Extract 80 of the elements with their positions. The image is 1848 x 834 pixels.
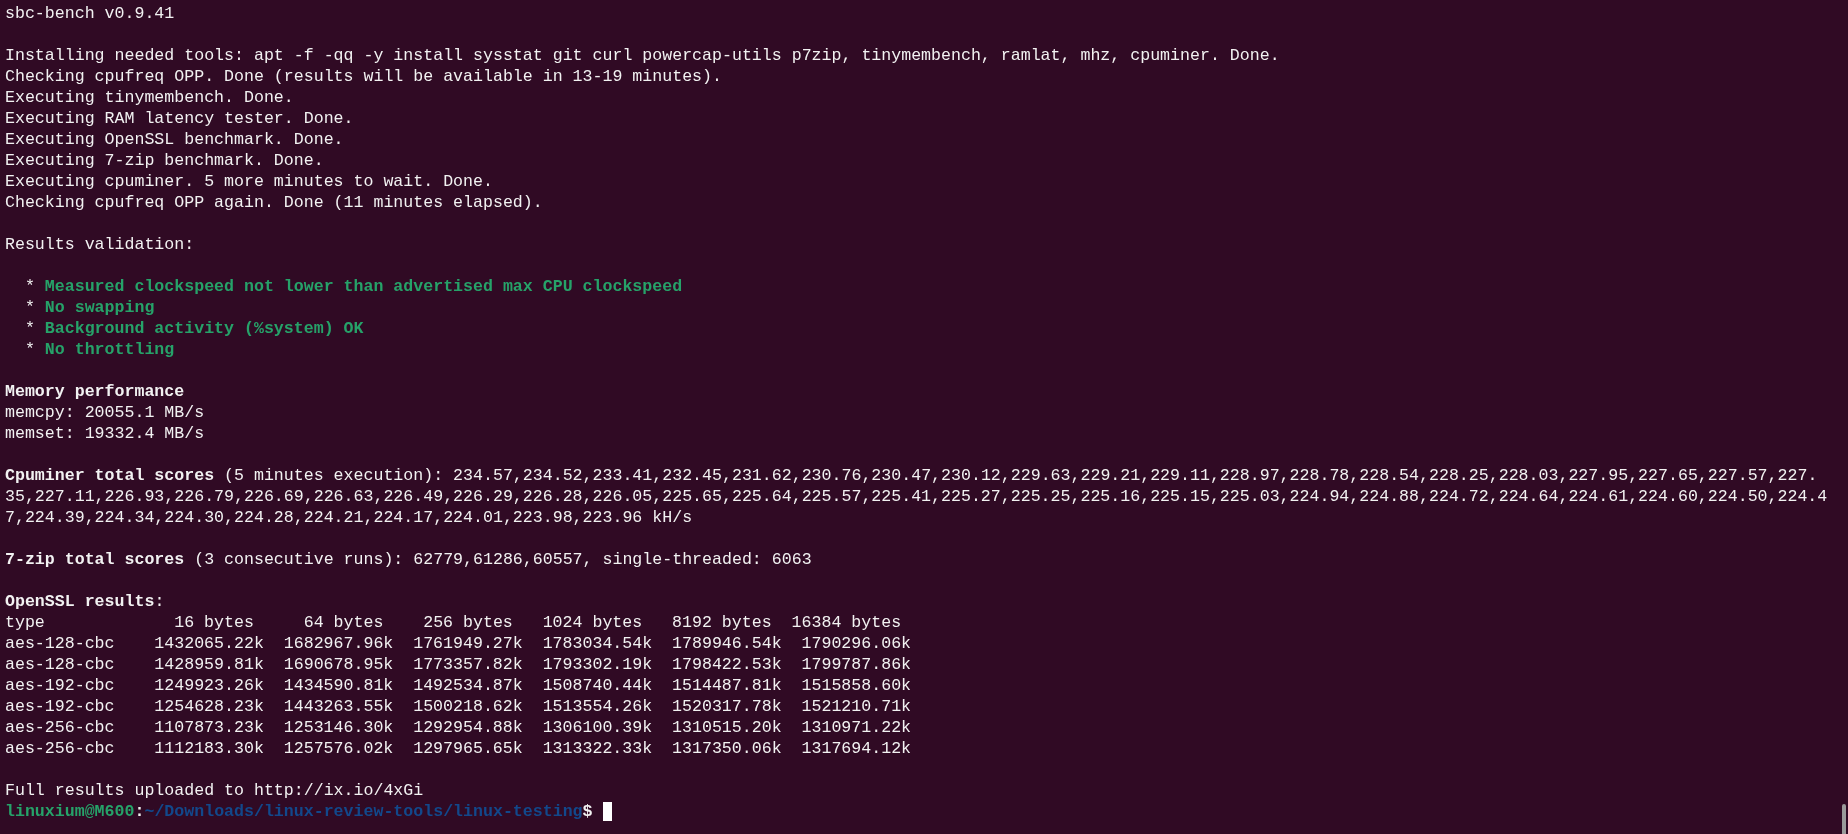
table-cell-text: 1520317.78k	[671, 696, 782, 717]
table-cell-text: 1310971.22k	[800, 717, 912, 738]
table-cell-text: aes-256-cbc	[5, 738, 116, 759]
output-line: Executing OpenSSL benchmark. Done.	[5, 129, 344, 150]
bullet-mark: *	[24, 318, 35, 339]
table-cell-text: 1773357.82k	[412, 654, 523, 675]
column-header: 1024 bytes	[541, 612, 644, 633]
table-cell-text: 1521210.71k	[800, 696, 912, 717]
output-line: memcpy: 20055.1 MB/s	[5, 402, 205, 423]
prompt-separator: :	[134, 801, 145, 822]
table-cell-text: 1112183.30k	[153, 738, 264, 759]
output-line: OpenSSL results:	[5, 591, 166, 612]
table-cell-text: 1682967.96k	[282, 633, 394, 654]
check-result: Measured clockspeed not lower than advertised max CPU clockspeed	[44, 276, 683, 297]
table-cell-text: 1313322.33k	[541, 738, 653, 759]
column-header: 256 bytes	[422, 612, 514, 633]
table-cell-text: 1428959.81k	[153, 654, 264, 675]
table-cell-text: 1292954.88k	[412, 717, 523, 738]
table-cell-text: 1789946.54k	[671, 633, 782, 654]
section-heading: Memory performance	[5, 381, 185, 402]
table-cell-text: 1799787.86k	[800, 654, 912, 675]
bullet-mark: *	[24, 276, 35, 297]
column-header: type	[5, 612, 46, 633]
output-line: sbc-bench v0.9.41	[5, 3, 175, 24]
output-line: Executing cpuminer. 5 more minutes to wait. Done.	[5, 171, 493, 192]
table-cell-text: 1515858.60k	[800, 675, 912, 696]
output-line: Checking cpufreq OPP again. Done (11 minutes elapsed).	[5, 192, 543, 213]
output-line: Cpuminer total scores (5 minutes execution): 234.57,234.52,233.41,232.45,231.62,230.76,230.47,230.12,229.63,229.21,229.11,228.97,228.78,228.54,228.25,228.03,227.95,227.65,227.57,227.35,227.11,226.93,226.79,226.69,226.63,226.49,226.29,226.28,226.05,225.65,225.64,225.57,225.41,225.27,225.25,225.16,225.15,225.03,224.94,224.88,224.72,224.64,224.61,224.60,224.50,224.47,224.39,224.34,224.30,224.28,224.21,224.17,224.01,223.98,223.96 kH/s	[5, 465, 1828, 528]
check-result: No throttling	[44, 339, 175, 360]
table-cell-text: 1317350.06k	[671, 738, 782, 759]
table-cell-text: aes-128-cbc	[5, 633, 116, 654]
table-cell-text: 1107873.23k	[153, 717, 264, 738]
output-line: Installing needed tools: apt -f -qq -y install sysstat git curl powercap-utils p7zip, tinymembench, ramlat, mhz, cpuminer. Done.	[5, 45, 1280, 66]
output-line: 7-zip total scores (3 consecutive runs): 62779,61286,60557, single-threaded: 6063	[5, 549, 813, 570]
text-cursor	[602, 802, 613, 821]
column-header: 16384 bytes	[790, 612, 903, 633]
prompt-path: ~/Downloads/linux-review-tools/linux-testing	[144, 801, 583, 822]
table-cell-text: 1513554.26k	[541, 696, 653, 717]
table-cell-text: aes-256-cbc	[5, 717, 116, 738]
output-line: Results validation:	[5, 234, 195, 255]
table-cell-text: 1434590.81k	[282, 675, 394, 696]
scrollbar-thumb	[1842, 804, 1846, 834]
table-cell-text: aes-192-cbc	[5, 675, 116, 696]
table-cell-text: 1310515.20k	[671, 717, 782, 738]
table-cell-text: 1793302.19k	[541, 654, 653, 675]
check-result: Background activity (%system) OK	[44, 318, 364, 339]
prompt-symbol: $	[582, 801, 593, 822]
table-cell-text: 1443263.55k	[282, 696, 394, 717]
table-cell-text: 1783034.54k	[541, 633, 653, 654]
table-cell-text: 1514487.81k	[671, 675, 782, 696]
output-line: Executing 7-zip benchmark. Done.	[5, 150, 324, 171]
output-line: Executing tinymembench. Done.	[5, 87, 294, 108]
output-line: Checking cpufreq OPP. Done (results will be available in 13-19 minutes).	[5, 66, 722, 87]
table-cell-text: 1297965.65k	[412, 738, 523, 759]
bullet-mark: *	[24, 297, 35, 318]
table-cell-text: 1253146.30k	[282, 717, 394, 738]
table-cell-text: 1798422.53k	[671, 654, 782, 675]
table-cell-text: 1508740.44k	[541, 675, 653, 696]
check-result: No swapping	[44, 297, 155, 318]
table-cell-text: 1306100.39k	[541, 717, 653, 738]
table-cell-text: 1432065.22k	[153, 633, 264, 654]
bullet-mark: *	[24, 339, 35, 360]
output-line: memset: 19332.4 MB/s	[5, 423, 205, 444]
table-cell-text: 1790296.06k	[800, 633, 912, 654]
table-cell-text: 1254628.23k	[153, 696, 264, 717]
table-cell-text: 1492534.87k	[412, 675, 523, 696]
table-cell-text: aes-128-cbc	[5, 654, 116, 675]
table-cell-text: 1690678.95k	[282, 654, 394, 675]
table-cell-text: 1249923.26k	[153, 675, 264, 696]
column-header: 8192 bytes	[671, 612, 773, 633]
table-cell-text: 1761949.27k	[412, 633, 523, 654]
output-line: Executing RAM latency tester. Done.	[5, 108, 354, 129]
table-cell-text: aes-192-cbc	[5, 696, 116, 717]
table-cell-text: 1257576.02k	[282, 738, 394, 759]
prompt-user: linuxium@M600	[5, 801, 135, 822]
table-cell-text: 1500218.62k	[412, 696, 523, 717]
table-cell-text: 1317694.12k	[800, 738, 912, 759]
column-header: 64 bytes	[302, 612, 385, 633]
output-line: Full results uploaded to http://ix.io/4xGi	[5, 780, 424, 801]
column-header: 16 bytes	[173, 612, 255, 633]
